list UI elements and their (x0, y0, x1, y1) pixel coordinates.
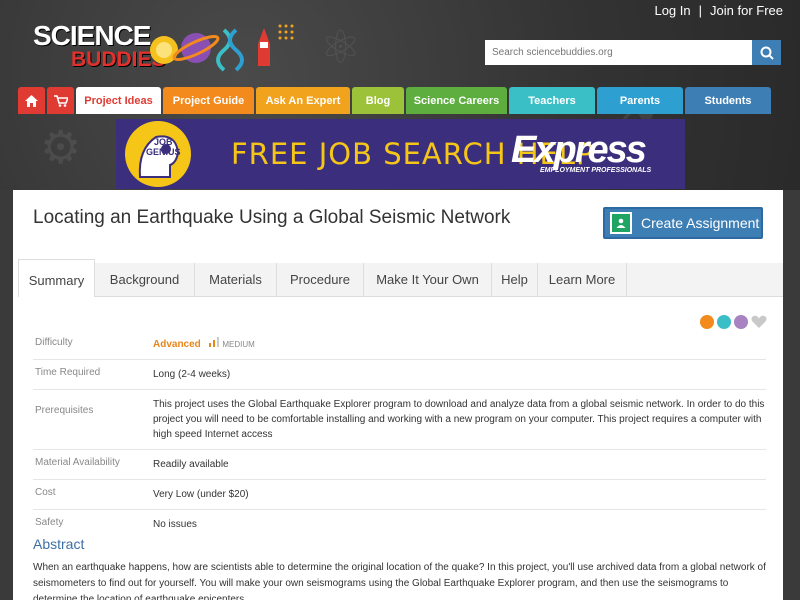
nav-cart[interactable] (47, 87, 74, 114)
difficulty-label: Difficulty (35, 337, 73, 348)
auth-separator: | (698, 3, 703, 18)
heart-icon[interactable] (751, 315, 767, 329)
table-row: Difficulty Advanced MEDIUM (33, 330, 766, 360)
table-row: Prerequisites This project uses the Glob… (33, 390, 766, 450)
auth-links: Log In | Join for Free (654, 3, 783, 18)
create-assignment-label: Create Assignment (641, 215, 760, 231)
nav-science-careers[interactable]: Science Careers (406, 87, 507, 114)
cost-value: Very Low (under $20) (153, 489, 249, 500)
google-classroom-icon (610, 212, 632, 234)
job-genius-badge: JOB GENIUS (146, 137, 181, 157)
ad-brand: Express (511, 129, 647, 171)
prereq-label: Prerequisites (35, 405, 94, 416)
logo-science-icons (150, 24, 294, 72)
site-search (485, 40, 781, 65)
time-value: Long (2-4 weeks) (153, 369, 231, 380)
tab-help[interactable]: Help (492, 263, 538, 296)
nav-ask-an-expert[interactable]: Ask An Expert (256, 87, 350, 114)
classroom-glyph (616, 218, 626, 228)
ad-banner[interactable]: JOB GENIUS FREE JOB SEARCH HELP Express … (116, 119, 685, 189)
search-icon (760, 46, 774, 60)
create-assignment-button[interactable]: Create Assignment (603, 207, 763, 239)
table-row: Time Required Long (2-4 weeks) (33, 360, 766, 390)
table-row: Material Availability Readily available (33, 450, 766, 480)
project-info-table: Difficulty Advanced MEDIUM Time Required… (33, 330, 766, 539)
table-row: Safety No issues (33, 510, 766, 539)
safety-label: Safety (35, 517, 64, 528)
project-tabs: Summary Background Materials Procedure M… (18, 259, 783, 297)
difficulty-bars-icon (208, 337, 219, 347)
search-input[interactable] (485, 40, 752, 65)
favorite-icon[interactable] (700, 315, 714, 329)
nav-teachers[interactable]: Teachers (509, 87, 595, 114)
gear-doodle: ⚙ (40, 120, 82, 174)
material-value: Readily available (153, 459, 229, 470)
tab-background[interactable]: Background (95, 263, 195, 296)
nav-parents[interactable]: Parents (597, 87, 683, 114)
join-link[interactable]: Join for Free (710, 3, 783, 18)
nav-project-guide[interactable]: Project Guide (163, 87, 254, 114)
difficulty-level: MEDIUM (222, 340, 255, 349)
abstract-text: When an earthquake happens, how are scie… (33, 562, 766, 600)
ad-brand-sub: EMPLOYMENT PROFESSIONALS (540, 167, 652, 174)
login-link[interactable]: Log In (654, 3, 690, 18)
atom-doodle: ⚛ (320, 20, 362, 74)
cart-icon (53, 94, 68, 107)
time-label: Time Required (35, 367, 101, 378)
search-button[interactable] (752, 40, 781, 65)
difficulty-value: Advanced MEDIUM (153, 330, 766, 359)
nav-project-ideas[interactable]: Project Ideas (76, 87, 161, 114)
site-header: ⚛ ⚗ ⚙ Log In|Join for Free SCIENCE BUDDI… (0, 0, 800, 190)
tab-procedure[interactable]: Procedure (277, 263, 364, 296)
prereq-value: This project uses the Global Earthquake … (153, 399, 765, 440)
material-label: Material Availability (35, 457, 120, 468)
nav-home[interactable] (18, 87, 45, 114)
tab-learn-more[interactable]: Learn More (538, 263, 627, 296)
tab-summary[interactable]: Summary (18, 259, 95, 297)
difficulty-text: Advanced (153, 339, 201, 350)
email-icon[interactable] (734, 315, 748, 329)
safety-value: No issues (153, 519, 197, 530)
cost-label: Cost (35, 487, 56, 498)
nav-blog[interactable]: Blog (352, 87, 404, 114)
page-title: Locating an Earthquake Using a Global Se… (33, 207, 511, 228)
table-row: Cost Very Low (under $20) (33, 480, 766, 510)
nav-students[interactable]: Students (685, 87, 771, 114)
share-tools (700, 315, 767, 329)
badge-line1: JOB (154, 137, 173, 147)
tab-materials[interactable]: Materials (195, 263, 277, 296)
main-content: Locating an Earthquake Using a Global Se… (13, 190, 783, 600)
print-icon[interactable] (717, 315, 731, 329)
main-nav: Project Ideas Project Guide Ask An Exper… (18, 87, 783, 114)
badge-line2: GENIUS (146, 147, 181, 157)
abstract-heading: Abstract (33, 536, 85, 552)
tab-make-it-your-own[interactable]: Make It Your Own (364, 263, 492, 296)
home-icon (25, 94, 38, 107)
